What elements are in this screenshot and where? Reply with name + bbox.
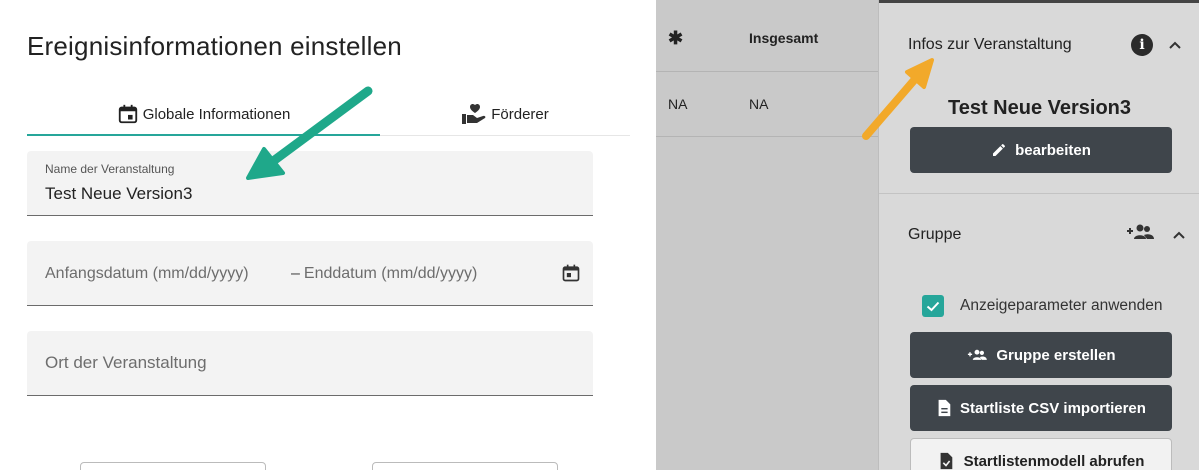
event-name-display: Test Neue Version3: [947, 97, 1132, 119]
create-group-button[interactable]: Gruppe erstellen: [910, 332, 1172, 378]
get-template-label: Startlistenmodell abrufen: [963, 452, 1145, 470]
dialog-button-left[interactable]: [80, 462, 266, 470]
calendar-icon[interactable]: [559, 261, 583, 285]
edit-button-label: bearbeiten: [1015, 141, 1091, 159]
display-params-checkbox[interactable]: [922, 295, 944, 317]
import-csv-button[interactable]: Startliste CSV importieren: [910, 385, 1172, 431]
get-template-button[interactable]: Startlistenmodell abrufen: [910, 438, 1172, 470]
date-range-field[interactable]: Anfangsdatum (mm/dd/yyyy) – Enddatum (mm…: [27, 241, 593, 306]
info-icon[interactable]: i: [1131, 34, 1153, 56]
hand-heart-icon: [462, 103, 486, 124]
edit-button[interactable]: bearbeiten: [910, 127, 1172, 173]
event-name-field[interactable]: Name der Veranstaltung Test Neue Version…: [27, 151, 593, 216]
calendar-icon: [118, 104, 137, 124]
date-range-inputs: Anfangsdatum (mm/dd/yyyy) – Enddatum (mm…: [45, 265, 477, 283]
table-cell: NA: [749, 96, 769, 112]
tab-global-label: Globale Informationen: [142, 105, 291, 123]
pencil-icon: [993, 143, 1006, 156]
download-document-icon: [940, 452, 952, 470]
section-divider: [879, 193, 1199, 194]
active-tab-indicator: [27, 134, 380, 136]
date-separator: –: [291, 265, 300, 282]
chevron-up-icon[interactable]: [1167, 37, 1183, 53]
event-info-section-title[interactable]: Infos zur Veranstaltung: [908, 36, 1072, 54]
event-location-field[interactable]: Ort der Veranstaltung: [27, 331, 593, 396]
display-params-label: Anzeigeparameter anwenden: [960, 297, 1163, 314]
end-date-input[interactable]: Enddatum (mm/dd/yyyy): [304, 265, 477, 283]
start-date-input[interactable]: Anfangsdatum (mm/dd/yyyy): [45, 265, 287, 283]
dialog-title: Ereignisinformationen einstellen: [27, 31, 402, 61]
side-panel: Infos zur Veranstaltung i Test Neue Vers…: [878, 0, 1199, 470]
tab-sponsors-label: Förderer: [491, 105, 549, 123]
tab-sponsors[interactable]: Förderer: [380, 94, 630, 134]
add-group-icon: [968, 349, 988, 360]
dialog-button-right[interactable]: [372, 462, 558, 470]
panel-top-border: [879, 0, 1199, 3]
chevron-up-icon[interactable]: [1171, 227, 1187, 243]
event-name-label: Name der Veranstaltung: [45, 162, 175, 176]
table-header-insgesamt[interactable]: Insgesamt: [749, 30, 818, 46]
results-table: ✱ Insgesamt NA NA: [656, 0, 878, 470]
table-row-divider: [656, 136, 878, 137]
event-name-value[interactable]: Test Neue Version3: [45, 184, 192, 204]
event-info-dialog: Ereignisinformationen einstellen Globale…: [0, 0, 656, 470]
tab-global-info[interactable]: Globale Informationen: [27, 94, 380, 134]
tab-divider: [380, 135, 630, 136]
document-icon: [938, 399, 951, 417]
add-group-icon[interactable]: [1125, 222, 1155, 242]
table-cell: NA: [668, 96, 688, 112]
table-header: ✱ Insgesamt: [656, 0, 878, 72]
event-location-input[interactable]: Ort der Veranstaltung: [45, 353, 207, 373]
create-group-label: Gruppe erstellen: [996, 346, 1116, 364]
check-icon: [926, 301, 940, 312]
table-header-star[interactable]: ✱: [668, 28, 683, 49]
import-csv-label: Startliste CSV importieren: [960, 399, 1146, 417]
group-section-title[interactable]: Gruppe: [908, 226, 961, 244]
